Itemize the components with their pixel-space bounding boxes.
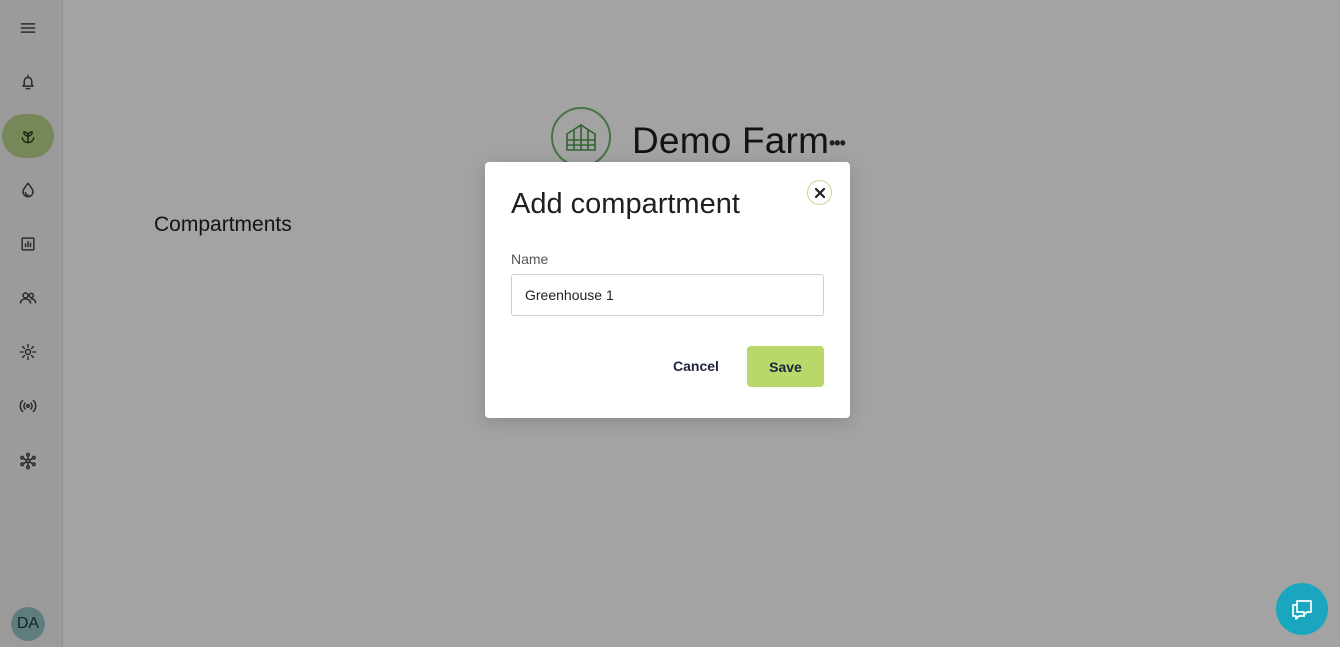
dialog-title: Add compartment [511, 188, 740, 220]
cancel-button[interactable]: Cancel [663, 346, 729, 386]
chat-icon [1292, 600, 1312, 620]
save-button[interactable]: Save [747, 346, 824, 387]
chat-button[interactable] [1276, 583, 1328, 635]
close-icon [814, 187, 825, 198]
add-compartment-dialog: Add compartment Name Cancel Save [485, 162, 850, 418]
close-button[interactable] [807, 180, 832, 205]
name-input[interactable] [511, 274, 824, 316]
name-label: Name [511, 251, 549, 267]
